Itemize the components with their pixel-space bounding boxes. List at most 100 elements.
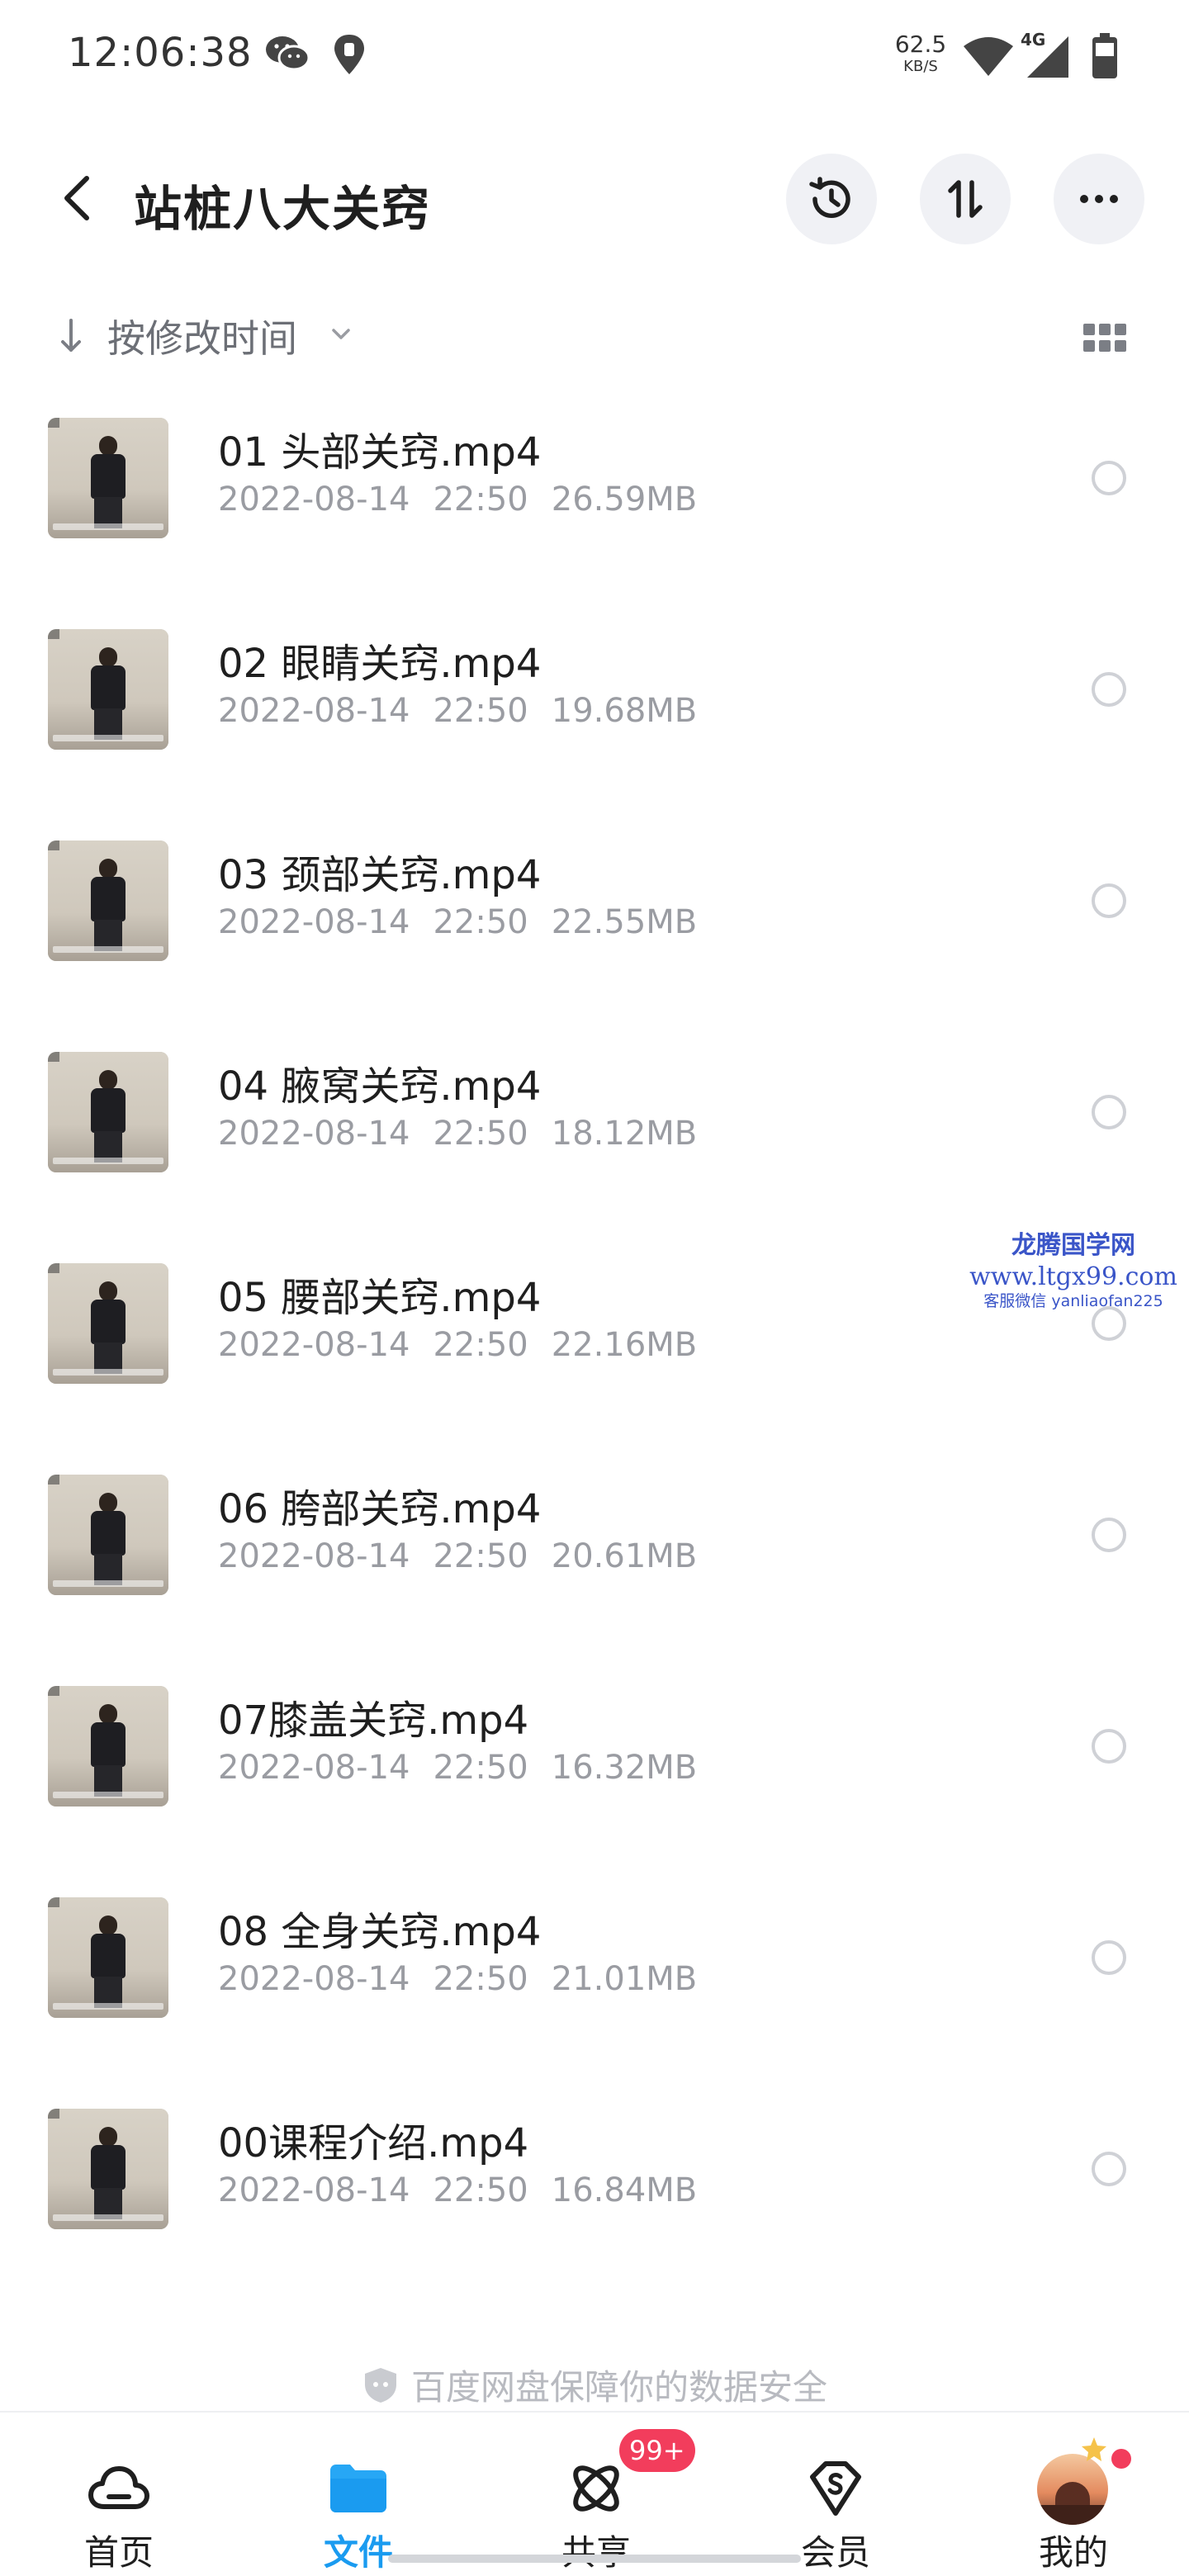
file-time: 22:50 — [433, 2171, 528, 2209]
avatar[interactable] — [1037, 2454, 1108, 2525]
tab-files-label: 文件 — [323, 2532, 393, 2573]
history-button[interactable] — [786, 154, 877, 244]
select-radio[interactable] — [1092, 672, 1126, 707]
select-radio[interactable] — [1092, 1940, 1126, 1975]
file-name: 05 腰部关窍.mp4 — [218, 1275, 542, 1321]
file-row[interactable]: 06 胯部关窍.mp4 2022-08-14 22:50 20.61MB — [0, 1453, 1189, 1664]
select-radio[interactable] — [1092, 1518, 1126, 1552]
select-radio[interactable] — [1092, 2152, 1126, 2186]
file-time: 22:50 — [433, 692, 528, 730]
file-size: 18.12MB — [551, 1115, 698, 1153]
file-row[interactable]: 08 全身关窍.mp4 2022-08-14 22:50 21.01MB — [0, 1876, 1189, 2087]
net-speed: 62.5 KB/S — [892, 33, 950, 74]
file-size: 19.68MB — [551, 692, 698, 730]
watermark-line1: 龙腾国学网 — [1011, 1231, 1135, 1260]
file-date: 2022-08-14 — [218, 1115, 410, 1153]
file-time: 22:50 — [433, 1960, 528, 1998]
file-meta: 2022-08-14 22:50 22.16MB — [218, 1326, 720, 1364]
file-row[interactable]: 00课程介绍.mp4 2022-08-14 22:50 16.84MB — [0, 2087, 1189, 2299]
video-thumbnail[interactable] — [48, 1897, 168, 2018]
grid-view-icon[interactable] — [1083, 324, 1126, 352]
file-size: 26.59MB — [551, 481, 698, 519]
tab-files[interactable]: 文件 — [276, 2413, 441, 2576]
file-meta: 2022-08-14 22:50 20.61MB — [218, 1537, 720, 1575]
file-date: 2022-08-14 — [218, 481, 410, 519]
star-icon — [1082, 2437, 1106, 2461]
back-button[interactable] — [48, 168, 106, 228]
battery-icon — [1092, 33, 1117, 78]
video-thumbnail[interactable] — [48, 418, 168, 538]
tab-me-label: 我的 — [1038, 2532, 1108, 2573]
file-date: 2022-08-14 — [218, 692, 410, 730]
video-thumbnail[interactable] — [48, 1475, 168, 1595]
bottom-tab-bar: 首页 文件 共享 99+ 会员 我的 — [0, 2411, 1189, 2576]
sort-swap-icon — [948, 180, 983, 218]
file-row[interactable]: 07膝盖关窍.mp4 2022-08-14 22:50 16.32MB — [0, 1664, 1189, 1876]
chevron-down-icon[interactable] — [329, 322, 353, 347]
file-time: 22:50 — [433, 1115, 528, 1153]
select-radio[interactable] — [1092, 883, 1126, 918]
file-row[interactable]: 01 头部关窍.mp4 2022-08-14 22:50 26.59MB — [0, 396, 1189, 608]
file-row[interactable]: 03 颈部关窍.mp4 2022-08-14 22:50 22.55MB — [0, 819, 1189, 1030]
shield-icon — [364, 2368, 396, 2403]
file-time: 22:50 — [433, 1537, 528, 1575]
file-meta: 2022-08-14 22:50 16.32MB — [218, 1749, 720, 1787]
arrow-down-icon[interactable] — [58, 317, 84, 355]
file-time: 22:50 — [433, 1749, 528, 1787]
status-time: 12:06:38 — [68, 30, 253, 76]
more-icon — [1080, 195, 1118, 203]
back-arrow-icon — [64, 176, 89, 220]
tab-home[interactable]: 首页 — [36, 2413, 201, 2576]
video-thumbnail[interactable] — [48, 1686, 168, 1807]
wechat-icon — [266, 36, 310, 71]
tab-vip[interactable]: 会员 — [753, 2413, 918, 2576]
tab-vip-label: 会员 — [800, 2532, 870, 2573]
safety-note-text: 百度网盘保障你的数据安全 — [410, 2367, 827, 2408]
file-size: 22.16MB — [551, 1326, 698, 1364]
watermark: 龙腾国学网 www.ltgx99.com 客服微信 yanliaofan225 — [966, 1230, 1181, 1312]
network-type: 4G — [1021, 30, 1046, 50]
notification-dot — [1111, 2449, 1131, 2469]
watermark-line2: www.ltgx99.com — [969, 1262, 1177, 1291]
file-time: 22:50 — [433, 903, 528, 941]
status-bar: 12:06:38 62.5 KB/S 4G — [0, 0, 1189, 107]
video-thumbnail[interactable] — [48, 629, 168, 750]
home-indicator[interactable] — [388, 2555, 801, 2563]
more-button[interactable] — [1054, 154, 1144, 244]
file-date: 2022-08-14 — [218, 1749, 410, 1787]
header: 站桩八大关窍 — [0, 140, 1189, 256]
sort-swap-button[interactable] — [920, 154, 1011, 244]
net-speed-unit: KB/S — [903, 58, 938, 75]
select-radio[interactable] — [1092, 461, 1126, 495]
file-row[interactable]: 02 眼睛关窍.mp4 2022-08-14 22:50 19.68MB — [0, 608, 1189, 819]
file-date: 2022-08-14 — [218, 2171, 410, 2209]
select-radio[interactable] — [1092, 1729, 1126, 1764]
file-meta: 2022-08-14 22:50 26.59MB — [218, 481, 720, 519]
file-date: 2022-08-14 — [218, 1960, 410, 1998]
share-orbit-icon — [573, 2465, 619, 2512]
file-name: 00课程介绍.mp4 — [218, 2120, 529, 2166]
file-time: 22:50 — [433, 1326, 528, 1364]
watermark-line3: 客服微信 yanliaofan225 — [983, 1292, 1163, 1310]
video-thumbnail[interactable] — [48, 1052, 168, 1172]
file-row[interactable]: 04 腋窝关窍.mp4 2022-08-14 22:50 18.12MB — [0, 1030, 1189, 1242]
video-thumbnail[interactable] — [48, 1263, 168, 1384]
page-title: 站桩八大关窍 — [134, 181, 432, 237]
file-size: 16.32MB — [551, 1749, 698, 1787]
file-meta: 2022-08-14 22:50 21.01MB — [218, 1960, 720, 1998]
sort-label[interactable]: 按修改时间 — [107, 309, 297, 363]
file-size: 16.84MB — [551, 2171, 698, 2209]
file-name: 08 全身关窍.mp4 — [218, 1909, 542, 1955]
video-thumbnail[interactable] — [48, 841, 168, 961]
file-meta: 2022-08-14 22:50 19.68MB — [218, 692, 720, 730]
file-meta: 2022-08-14 22:50 16.84MB — [218, 2171, 720, 2209]
select-radio[interactable] — [1092, 1095, 1126, 1129]
video-thumbnail[interactable] — [48, 2109, 168, 2229]
history-icon — [809, 177, 850, 218]
sort-bar: 按修改时间 — [0, 297, 1189, 372]
net-speed-value: 62.5 — [894, 31, 947, 58]
file-name: 02 眼睛关窍.mp4 — [218, 641, 542, 687]
wifi-icon — [964, 37, 1013, 76]
file-date: 2022-08-14 — [218, 903, 410, 941]
file-name: 03 颈部关窍.mp4 — [218, 852, 542, 898]
